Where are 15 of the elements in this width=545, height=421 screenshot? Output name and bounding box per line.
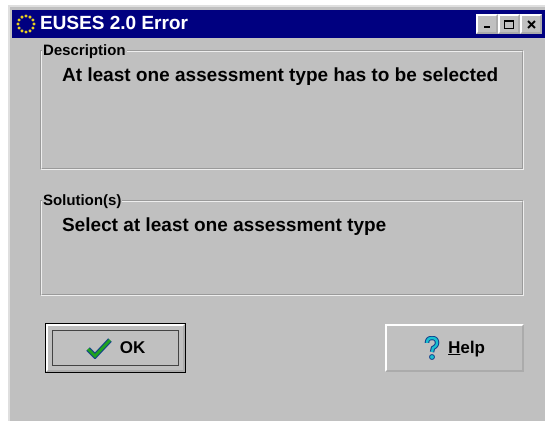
help-button[interactable]: Help — [385, 324, 524, 372]
checkmark-icon — [86, 337, 112, 359]
message-text: At least one assessment type has to be selected — [62, 65, 500, 87]
maximize-icon — [504, 20, 514, 28]
help-icon — [424, 336, 440, 360]
message-text: Select at least one assessment type — [62, 215, 388, 237]
maximize-button[interactable] — [498, 14, 520, 34]
group-label: Solution(s) — [42, 192, 122, 209]
window-title: EUSES 2.0 Error — [40, 13, 189, 35]
minimize-button[interactable] — [476, 14, 498, 34]
ok-button[interactable]: OK — [46, 324, 185, 372]
group-label: Description — [42, 42, 127, 59]
close-button[interactable] — [520, 14, 542, 34]
close-icon — [526, 20, 536, 28]
star-circle-icon — [15, 13, 37, 35]
